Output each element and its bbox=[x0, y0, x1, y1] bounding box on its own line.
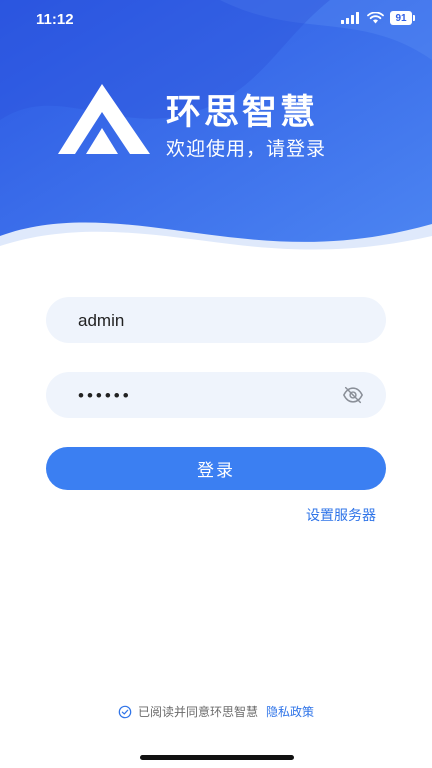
status-bar: 11:12 91 bbox=[0, 0, 432, 40]
username-input[interactable] bbox=[76, 297, 350, 345]
login-button[interactable]: 登录 bbox=[46, 447, 386, 490]
password-input[interactable] bbox=[76, 372, 350, 420]
home-indicator bbox=[140, 755, 294, 760]
password-field[interactable] bbox=[46, 372, 386, 420]
brand-title: 环思智慧 bbox=[166, 93, 319, 133]
status-time: 11:12 bbox=[36, 11, 74, 28]
privacy-policy-link[interactable]: 隐私政策 bbox=[266, 703, 314, 720]
brand-subtitle: 欢迎使用，请登录 bbox=[166, 138, 327, 160]
triangle-logo-icon bbox=[58, 84, 150, 154]
check-circle-icon[interactable] bbox=[118, 705, 132, 719]
agreement: 已阅读并同意环思智慧 隐私政策 bbox=[0, 703, 432, 720]
eye-off-icon[interactable] bbox=[342, 385, 364, 405]
wifi-icon bbox=[367, 12, 384, 24]
battery-icon: 91 bbox=[390, 11, 415, 25]
status-icons: 91 bbox=[341, 11, 415, 25]
signal-icon bbox=[341, 12, 359, 24]
agreement-text: 已阅读并同意环思智慧 bbox=[137, 705, 258, 719]
username-field[interactable] bbox=[46, 297, 386, 345]
set-server-link[interactable]: 设置服务器 bbox=[306, 505, 376, 525]
